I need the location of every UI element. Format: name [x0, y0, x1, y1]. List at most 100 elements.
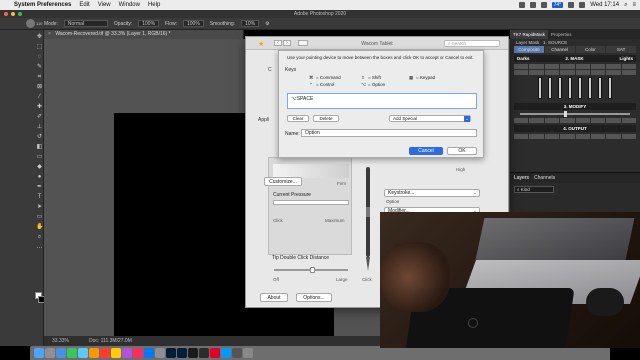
- control-center-icon[interactable]: ≡: [632, 2, 636, 8]
- layers-filter-kind[interactable]: ⌕ Kind: [514, 186, 554, 193]
- gradient-tool-icon[interactable]: ▭: [36, 154, 43, 161]
- zoom-level[interactable]: 33.33%: [52, 336, 69, 346]
- messages-icon[interactable]: [67, 348, 77, 358]
- smoothing-field[interactable]: 10%: [241, 20, 260, 27]
- clear-button[interactable]: Clear: [287, 115, 309, 122]
- mask-button[interactable]: [560, 64, 575, 69]
- options-button[interactable]: Options...: [296, 293, 332, 302]
- modify-button[interactable]: [606, 118, 621, 123]
- output-button[interactable]: [544, 134, 560, 139]
- mask-button[interactable]: [544, 64, 560, 69]
- modify-button[interactable]: [544, 118, 560, 123]
- menu-app-name[interactable]: System Preferences: [14, 2, 71, 8]
- output-button[interactable]: [606, 134, 621, 139]
- add-special-select[interactable]: Add Special ⌄: [389, 115, 471, 122]
- flow-field[interactable]: 100%: [183, 20, 204, 27]
- podcasts-icon[interactable]: [122, 348, 132, 358]
- pen-tool-icon[interactable]: ✒: [36, 184, 43, 191]
- tab-composite[interactable]: Composite: [514, 46, 544, 53]
- mask-button[interactable]: [575, 64, 590, 69]
- output-button[interactable]: [621, 134, 636, 139]
- mask-slider[interactable]: [538, 77, 542, 99]
- mask-button[interactable]: [606, 64, 621, 69]
- wifi-icon[interactable]: [568, 2, 575, 8]
- brush-size[interactable]: 110: [36, 21, 42, 26]
- modify-slider[interactable]: [520, 111, 630, 117]
- modify-button[interactable]: [590, 118, 606, 123]
- mask-button[interactable]: [575, 70, 590, 75]
- more-tools-icon[interactable]: …: [36, 244, 43, 251]
- mask-button[interactable]: [560, 70, 575, 75]
- modify-button[interactable]: [575, 118, 590, 123]
- frame-tool-icon[interactable]: ⊠: [36, 84, 43, 91]
- mask-slider[interactable]: [578, 77, 582, 99]
- mask-button[interactable]: [590, 70, 606, 75]
- close-icon[interactable]: [4, 12, 8, 16]
- output-button[interactable]: [560, 134, 575, 139]
- tab-color[interactable]: Color: [575, 46, 606, 53]
- photos-icon[interactable]: [89, 348, 99, 358]
- mask-slider[interactable]: [588, 77, 592, 99]
- notes-icon[interactable]: [111, 348, 121, 358]
- zoom-tool-icon[interactable]: ⌕: [36, 234, 43, 241]
- calendar-icon[interactable]: [100, 348, 110, 358]
- name-field[interactable]: Option: [301, 129, 477, 137]
- mask-slider[interactable]: [608, 77, 612, 99]
- safari-icon[interactable]: [56, 348, 66, 358]
- mask-button[interactable]: [514, 70, 529, 75]
- tab-rapidmask[interactable]: TK7 RapidMask: [510, 30, 549, 39]
- mask-button[interactable]: [514, 64, 529, 69]
- mask-button[interactable]: [621, 70, 636, 75]
- eraser-tool-icon[interactable]: ◧: [36, 144, 43, 151]
- output-button[interactable]: [590, 134, 606, 139]
- modify-button[interactable]: [560, 118, 575, 123]
- mask-button[interactable]: [529, 70, 544, 75]
- marquee-tool-icon[interactable]: ⬚: [36, 44, 43, 51]
- tab-layers[interactable]: Layers: [514, 175, 529, 181]
- crop-tool-icon[interactable]: ⌗: [36, 74, 43, 81]
- source-label[interactable]: 1. SOURCE: [543, 40, 567, 45]
- darks-button[interactable]: Darks: [517, 55, 530, 62]
- history-brush-tool-icon[interactable]: ↺: [36, 134, 43, 141]
- search-field[interactable]: ⌕ Search: [444, 40, 500, 47]
- tab-sat[interactable]: SAT: [606, 46, 636, 53]
- slider-knob[interactable]: [564, 111, 567, 117]
- delete-button[interactable]: Delete: [313, 115, 339, 122]
- brush-tool-icon[interactable]: ✐: [36, 114, 43, 121]
- mask-slider[interactable]: [548, 77, 552, 99]
- output-button[interactable]: [529, 134, 544, 139]
- quick-select-tool-icon[interactable]: ✎: [36, 64, 43, 71]
- type-tool-icon[interactable]: T: [36, 194, 43, 201]
- tab-channel[interactable]: Channel: [544, 46, 575, 53]
- tip-double-click-slider[interactable]: [274, 267, 348, 273]
- minimize-icon[interactable]: [11, 12, 15, 16]
- hand-tool-icon[interactable]: ✋: [36, 224, 43, 231]
- tip-feel-slider[interactable]: [273, 164, 349, 178]
- system-preferences-icon[interactable]: [155, 348, 165, 358]
- path-select-tool-icon[interactable]: ➤: [36, 204, 43, 211]
- app-icon[interactable]: [232, 348, 242, 358]
- blur-tool-icon[interactable]: ◆: [36, 164, 43, 171]
- finder-icon[interactable]: [34, 348, 44, 358]
- battery-icon[interactable]: [579, 2, 586, 8]
- eyedropper-tool-icon[interactable]: ⁄: [36, 94, 43, 101]
- trash-icon[interactable]: [243, 348, 253, 358]
- cancel-button[interactable]: Cancel: [409, 147, 443, 155]
- mask-slider[interactable]: [568, 77, 572, 99]
- mask-button[interactable]: [529, 64, 544, 69]
- lasso-tool-icon[interactable]: ◌: [36, 54, 43, 61]
- music-icon[interactable]: [133, 348, 143, 358]
- shape-tool-icon[interactable]: ▭: [36, 214, 43, 221]
- mask-button[interactable]: [590, 64, 606, 69]
- search-icon[interactable]: ⌕: [624, 2, 627, 9]
- upper-button-select[interactable]: Keystroke... ⌄: [384, 189, 480, 197]
- mask-button[interactable]: [606, 70, 621, 75]
- lightroom-icon[interactable]: [177, 348, 187, 358]
- layer-mask-label[interactable]: Layer Mask: [516, 40, 539, 45]
- move-tool-icon[interactable]: ✥: [36, 34, 43, 41]
- about-button[interactable]: About: [260, 293, 288, 302]
- launchpad-icon[interactable]: [45, 348, 55, 358]
- app-icon[interactable]: [210, 348, 220, 358]
- opacity-field[interactable]: 100%: [138, 20, 160, 27]
- modify-button[interactable]: [529, 118, 544, 123]
